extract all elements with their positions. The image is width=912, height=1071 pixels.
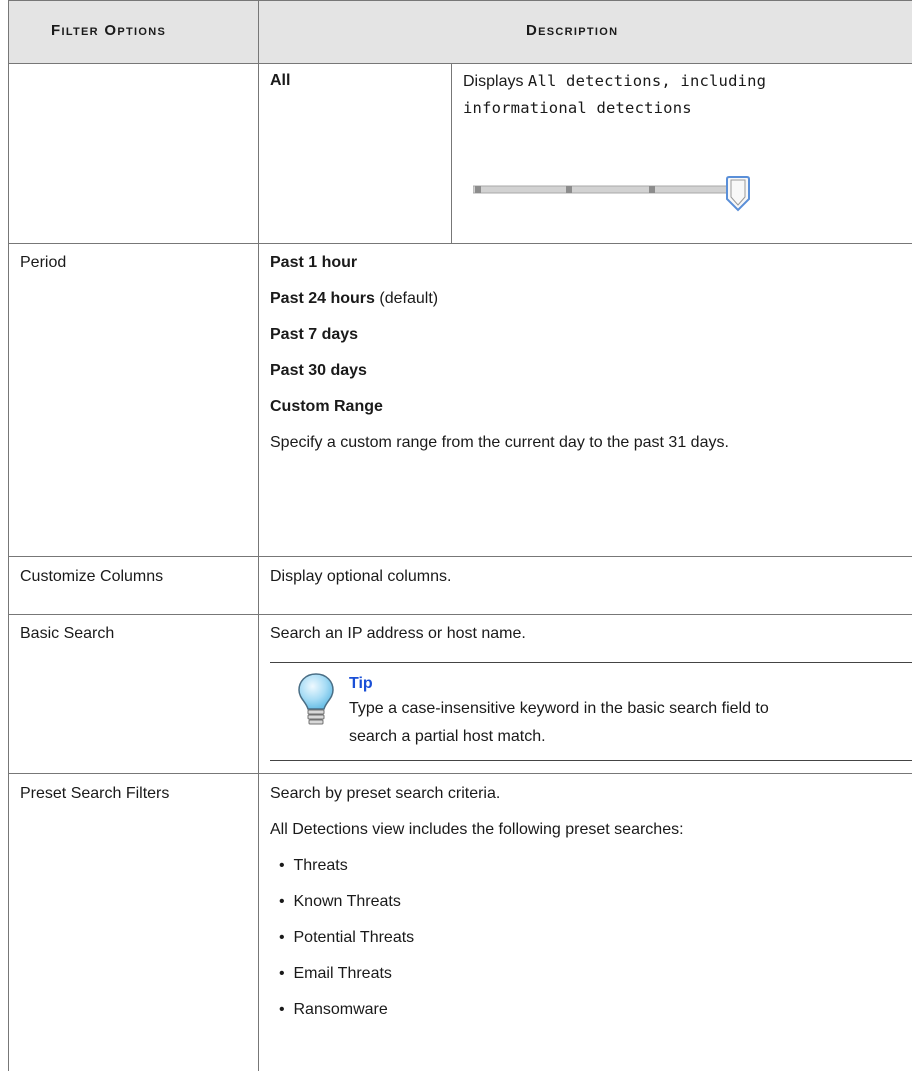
basic-search-label: Basic Search (20, 625, 115, 642)
border (8, 63, 912, 64)
slider-tick-1 (475, 186, 481, 193)
border (8, 243, 912, 244)
header-filter-options: Filter Options (51, 22, 167, 39)
detection-level-slider (473, 176, 750, 212)
basic-search-desc: Search an IP address or host name. (270, 625, 526, 642)
slider-tick-2 (566, 186, 572, 193)
tip-line1: Type a case-insensitive keyword in the b… (349, 700, 769, 717)
preset-item: • Known Threats (279, 893, 401, 910)
border (451, 63, 452, 243)
border (8, 773, 912, 774)
all-option-description: Displays All detections, including (463, 70, 766, 93)
preset-item-known-threats: Known Threats (293, 893, 401, 910)
border (8, 0, 9, 1071)
preset-filters-intro: All Detections view includes the followi… (270, 821, 684, 838)
period-option-1: Past 1 hour (270, 254, 358, 271)
period-option-2-label: Past 24 hours (270, 290, 375, 307)
preset-item-threats: Threats (293, 857, 348, 874)
desc-code-line2: informational detections (463, 99, 692, 117)
tip-bottom-rule (270, 760, 912, 761)
tip-line2: search a partial host match. (349, 728, 546, 745)
tip-title: Tip (349, 675, 373, 692)
lightbulb-icon (298, 673, 334, 725)
default-suffix: (default) (379, 290, 439, 307)
preset-item-ransomware: Ransomware (293, 1001, 388, 1018)
preset-item: • Threats (279, 857, 348, 874)
desc-prefix: Displays (463, 73, 524, 90)
period-option-5: Custom Range (270, 398, 383, 415)
custom-range-note: Specify a custom range from the current … (270, 434, 729, 451)
border (8, 614, 912, 615)
filter-options-table: Filter Options Description All Displays … (8, 0, 912, 1071)
preset-item: • Email Threats (279, 965, 392, 982)
preset-item-potential-threats: Potential Threats (293, 929, 415, 946)
desc-code-line1: All detections, including (527, 72, 767, 90)
header-description: Description (526, 22, 619, 39)
period-option-2: Past 24 hours (default) (270, 288, 438, 310)
preset-item: • Potential Threats (279, 929, 415, 946)
preset-item-email-threats: Email Threats (293, 965, 392, 982)
slider-tick-3 (649, 186, 655, 193)
all-option-label: All (270, 72, 291, 89)
preset-filters-label: Preset Search Filters (20, 785, 170, 802)
preset-filters-desc: Search by preset search criteria. (270, 785, 501, 802)
period-option-4: Past 30 days (270, 362, 367, 379)
border (258, 0, 259, 1071)
preset-item: • Ransomware (279, 1001, 388, 1018)
customize-columns-label: Customize Columns (20, 568, 164, 585)
customize-columns-desc: Display optional columns. (270, 568, 452, 585)
tip-top-rule (270, 662, 912, 663)
slider-track (473, 185, 744, 194)
border (8, 0, 912, 1)
border (8, 556, 912, 557)
period-option-3: Past 7 days (270, 326, 359, 343)
period-label: Period (20, 254, 67, 271)
